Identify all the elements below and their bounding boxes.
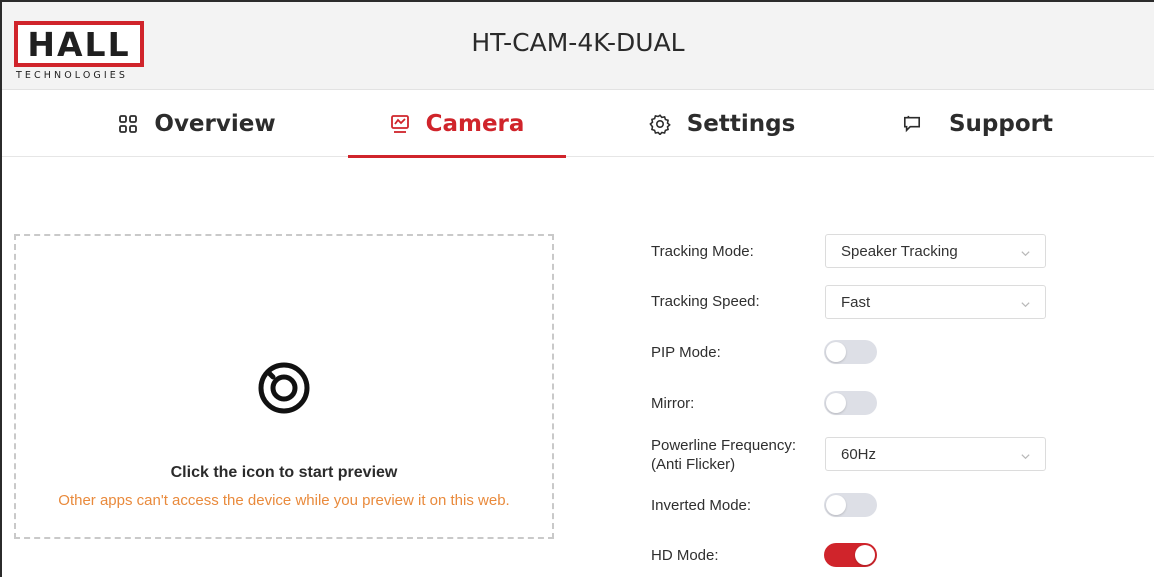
tab-support[interactable]: Support: [898, 91, 1058, 157]
chevron-down-icon: [1020, 449, 1031, 466]
monitor-icon: [390, 114, 410, 134]
tracking-mode-label: Tracking Mode:: [651, 243, 754, 260]
mirror-label: Mirror:: [651, 395, 695, 412]
camera-preview-area[interactable]: Click the icon to start preview Other ap…: [14, 234, 554, 539]
main-nav: Overview Camera Settings Support: [2, 91, 1154, 158]
chat-icon: [903, 115, 921, 133]
hd-mode-label: HD Mode:: [651, 547, 719, 564]
tab-overview[interactable]: Overview: [112, 91, 282, 157]
preview-title: Click the icon to start preview: [170, 464, 398, 481]
tracking-mode-value: Speaker Tracking: [841, 242, 958, 260]
toggle-knob: [855, 545, 875, 565]
preview-lens-icon[interactable]: [256, 360, 312, 416]
tab-camera[interactable]: Camera: [348, 91, 566, 158]
app-header: HALL TECHNOLOGIES HT-CAM-4K-DUAL: [2, 2, 1154, 90]
powerline-frequency-label-line2: (Anti Flicker): [651, 456, 736, 473]
tab-support-label: Support: [948, 111, 1053, 137]
chevron-down-icon: [1020, 246, 1031, 263]
chevron-down-icon: [1020, 297, 1031, 314]
gear-icon: [649, 113, 671, 135]
tab-overview-label: Overview: [154, 111, 276, 137]
powerline-frequency-label-line1: Powerline Frequency:: [651, 437, 797, 454]
powerline-frequency-value: 60Hz: [841, 445, 877, 463]
inverted-mode-toggle[interactable]: [824, 493, 877, 517]
powerline-frequency-label: Powerline Frequency: (Anti Flicker): [651, 436, 796, 474]
inverted-mode-label: Inverted Mode:: [651, 497, 752, 514]
toggle-knob: [826, 393, 846, 413]
tracking-speed-label: Tracking Speed:: [651, 293, 760, 310]
preview-note: Other apps can't access the device while…: [58, 492, 510, 509]
tab-camera-label: Camera: [425, 111, 525, 137]
tracking-mode-select[interactable]: Speaker Tracking: [825, 234, 1046, 268]
pip-mode-toggle[interactable]: [824, 340, 877, 364]
tab-settings[interactable]: Settings: [642, 91, 802, 157]
toggle-knob: [826, 495, 846, 515]
tracking-speed-select[interactable]: Fast: [825, 285, 1046, 319]
logo-subtitle: TECHNOLOGIES: [16, 70, 128, 81]
powerline-frequency-select[interactable]: 60Hz: [825, 437, 1046, 471]
grid-icon: [118, 114, 138, 134]
pip-mode-label: PIP Mode:: [651, 344, 721, 361]
tracking-speed-value: Fast: [841, 293, 871, 311]
mirror-toggle[interactable]: [824, 391, 877, 415]
device-title: HT-CAM-4K-DUAL: [471, 28, 685, 57]
toggle-knob: [826, 342, 846, 362]
tab-settings-label: Settings: [686, 111, 796, 137]
hd-mode-toggle[interactable]: [824, 543, 877, 567]
